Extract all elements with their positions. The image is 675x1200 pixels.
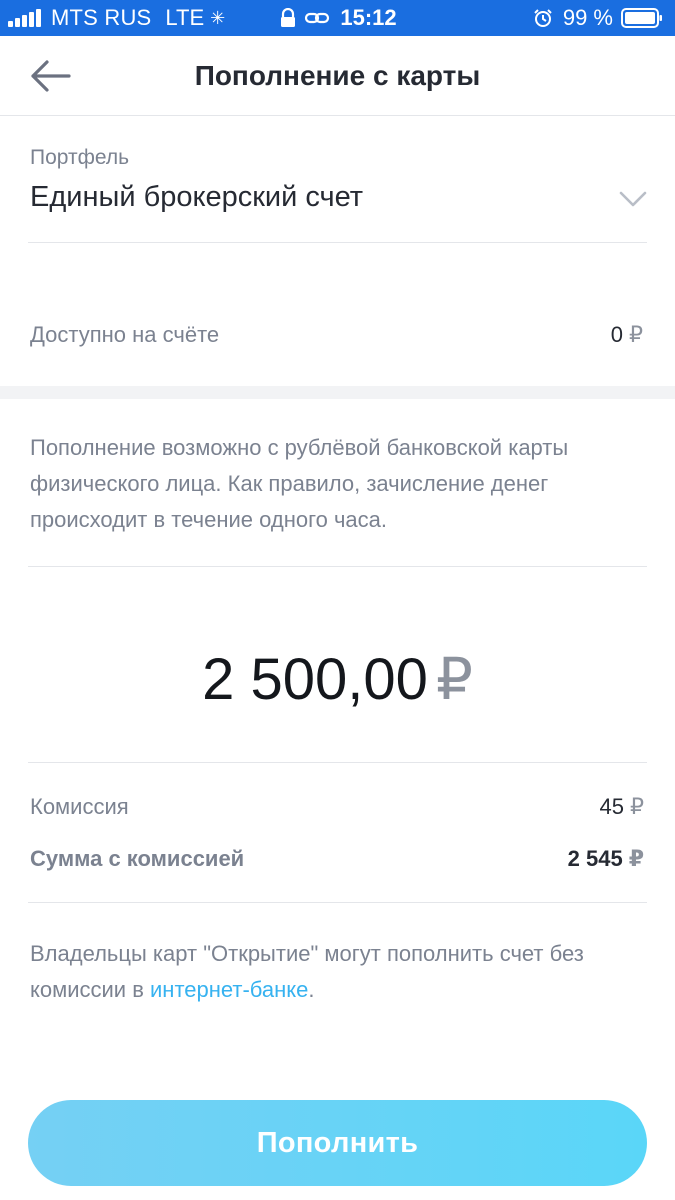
- link-icon: [305, 12, 330, 24]
- commission-label: Комиссия: [30, 794, 129, 819]
- available-balance-row: Доступно на счёте 0 ₽: [28, 310, 647, 360]
- total-currency: ₽: [628, 846, 644, 871]
- lock-icon: [281, 8, 296, 27]
- portfolio-label: Портфель: [30, 146, 130, 169]
- page-title: Пополнение с карты: [194, 60, 481, 91]
- amount-value: 2 500,00: [202, 647, 428, 712]
- info-text: Пополнение возможно с рублёвой банковско…: [30, 435, 569, 532]
- section-separator: [0, 386, 675, 399]
- portfolio-value: Единый брокерский счет: [30, 181, 364, 213]
- owners-note: Владельцы карт "Открытие" могут пополнит…: [30, 936, 650, 1008]
- status-bar: MTS RUS LTE ✳ 15:12 99 %: [0, 0, 675, 36]
- battery-percent: 99 %: [562, 5, 613, 30]
- battery-icon: [621, 8, 662, 28]
- total-amount: 2 545: [567, 846, 623, 871]
- commission-row: Комиссия 45 ₽: [30, 788, 646, 824]
- status-right: 99 %: [533, 4, 663, 32]
- available-currency: ₽: [629, 322, 643, 347]
- amount-input[interactable]: 2 500,00 ₽: [0, 645, 675, 713]
- commission-currency: ₽: [630, 794, 644, 819]
- chevron-down-icon: [619, 191, 647, 207]
- internet-bank-link[interactable]: интернет-банке: [150, 977, 308, 1002]
- divider: [28, 762, 647, 763]
- status-time: 15:12: [340, 5, 397, 30]
- alarm-icon: [534, 9, 552, 27]
- total-value: 2 545 ₽: [568, 846, 644, 872]
- available-label: Доступно на счёте: [30, 322, 220, 347]
- amount-currency: ₽: [435, 647, 473, 712]
- owners-note-end: .: [308, 977, 315, 1002]
- top-up-button-label: Пополнить: [256, 1126, 419, 1159]
- divider: [28, 902, 647, 903]
- available-value: 0 ₽: [611, 322, 643, 348]
- portfolio-select[interactable]: Портфель Единый брокерский счет: [28, 116, 647, 243]
- commission-value: 45 ₽: [600, 794, 644, 820]
- total-row: Сумма с комиссией 2 545 ₽: [30, 840, 646, 876]
- nav-header: Пополнение с карты: [0, 36, 675, 116]
- total-label: Сумма с комиссией: [30, 846, 245, 871]
- top-up-button[interactable]: Пополнить: [28, 1100, 647, 1186]
- commission-amount: 45: [599, 794, 624, 819]
- available-amount: 0: [610, 322, 623, 347]
- divider: [28, 566, 647, 567]
